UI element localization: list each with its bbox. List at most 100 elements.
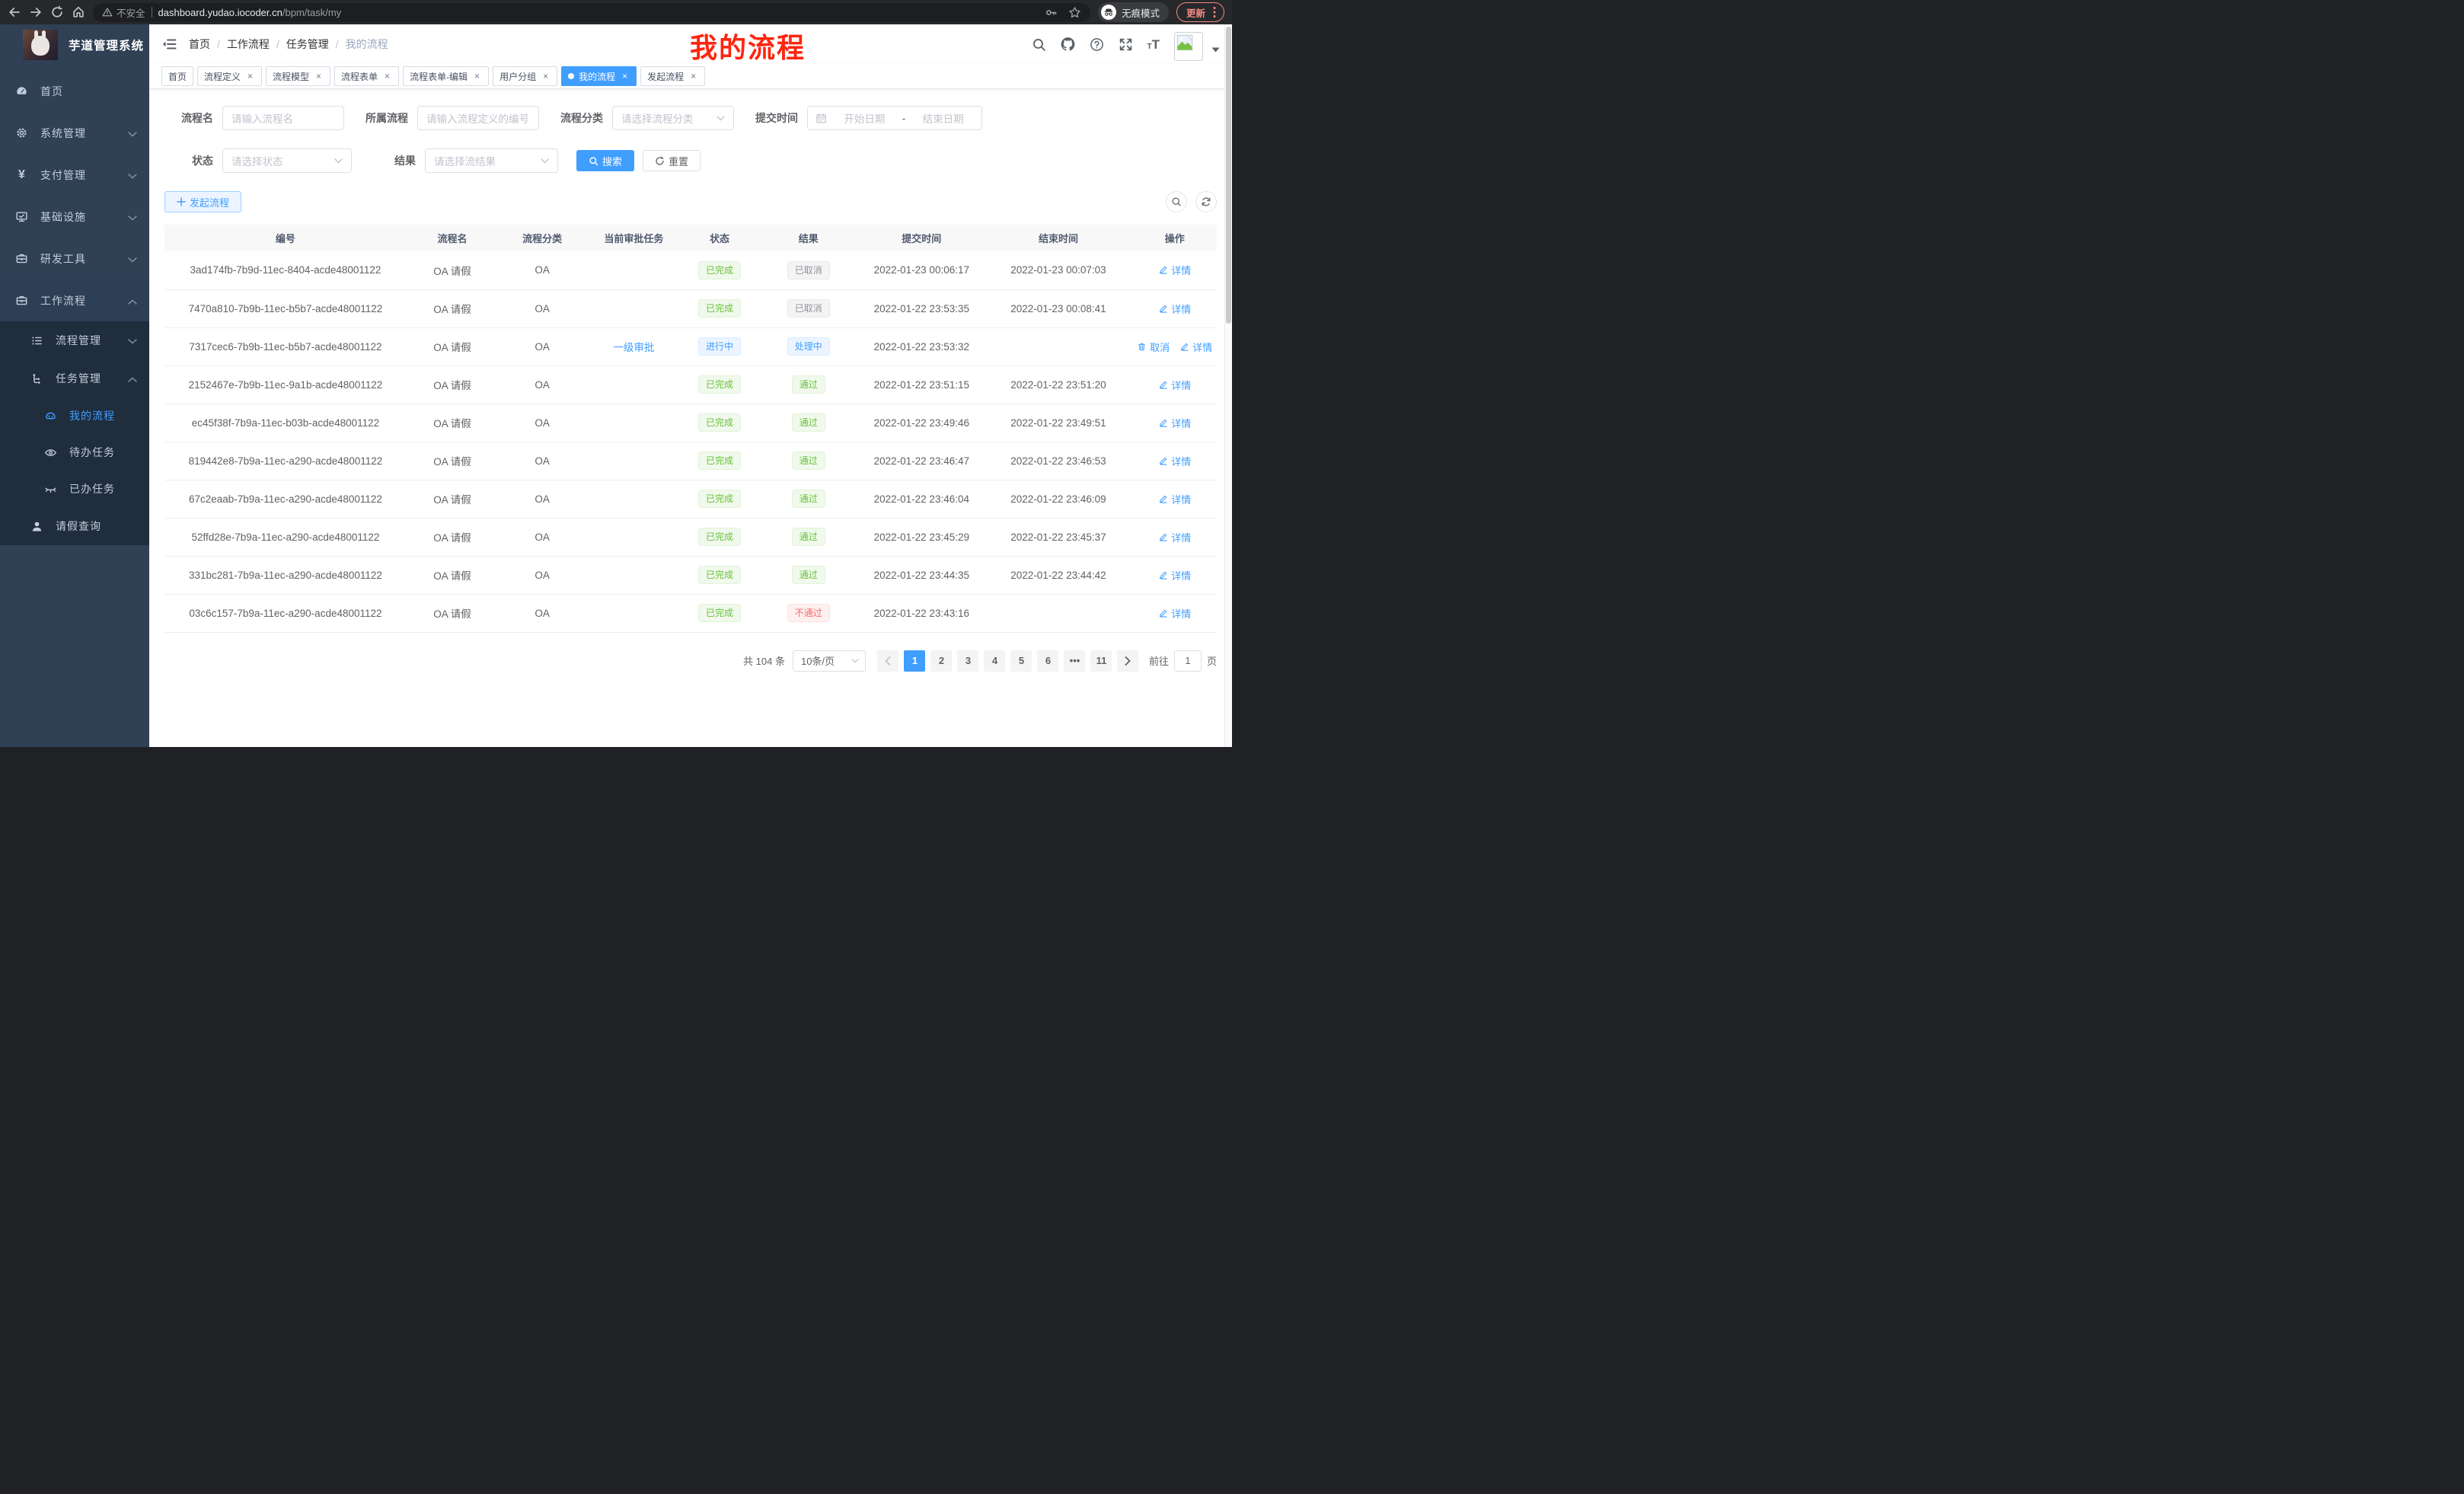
sidebar-item-home[interactable]: 首页: [0, 70, 149, 112]
page-scrollbar[interactable]: [1224, 24, 1232, 747]
cell-current-task: [586, 442, 681, 480]
tab-my-process[interactable]: 我的流程 ×: [561, 66, 637, 86]
submit-time-range-picker[interactable]: 开始日期 - 结束日期: [807, 106, 982, 130]
page-size-select[interactable]: 10条/页: [793, 650, 866, 672]
detail-link[interactable]: 详情: [1158, 378, 1191, 392]
sidebar-item-process-mgmt[interactable]: 流程管理: [0, 321, 149, 359]
page-11[interactable]: 11: [1090, 650, 1112, 672]
cell-id: 52ffd28e-7b9a-11ec-a290-acde48001122: [164, 518, 407, 556]
tab-process-model[interactable]: 流程模型×: [266, 66, 330, 86]
page-3[interactable]: 3: [957, 650, 978, 672]
tab-process-form-edit[interactable]: 流程表单-编辑×: [403, 66, 489, 86]
sidebar-item-task-mgmt[interactable]: 任务管理: [0, 359, 149, 397]
tab-user-group[interactable]: 用户分组×: [493, 66, 557, 86]
start-process-button[interactable]: 发起流程: [164, 191, 241, 212]
tab-home[interactable]: 首页: [161, 66, 193, 86]
page-4[interactable]: 4: [984, 650, 1005, 672]
next-page-button[interactable]: [1117, 650, 1138, 672]
sidebar-item-devtools[interactable]: 研发工具: [0, 238, 149, 279]
sidebar-item-done-tasks[interactable]: 已办任务: [0, 471, 149, 507]
detail-link[interactable]: 详情: [1158, 416, 1191, 430]
process-name-input[interactable]: 请输入流程名: [222, 106, 344, 130]
active-tab-dot: [568, 73, 574, 79]
browser-update-button[interactable]: 更新: [1176, 2, 1224, 22]
key-icon[interactable]: [1045, 6, 1058, 19]
tab-close-icon[interactable]: ×: [314, 72, 324, 81]
sidebar-item-workflow[interactable]: 工作流程: [0, 279, 149, 321]
detail-link[interactable]: 详情: [1158, 302, 1191, 316]
result-badge: 通过: [792, 566, 825, 584]
avatar[interactable]: [1174, 32, 1203, 61]
browser-back-icon[interactable]: [8, 5, 21, 19]
tab-close-icon[interactable]: ×: [541, 72, 551, 81]
show-search-toggle-button[interactable]: [1166, 191, 1187, 212]
cell-name: OA 请假: [407, 442, 498, 480]
prev-page-button[interactable]: [877, 650, 898, 672]
filter-result-label: 结果: [370, 153, 416, 168]
tab-process-form[interactable]: 流程表单×: [334, 66, 399, 86]
avatar-caret-icon[interactable]: [1211, 43, 1220, 56]
result-badge: 通过: [792, 375, 825, 394]
detail-link[interactable]: 详情: [1158, 492, 1191, 506]
browser-forward-icon[interactable]: [29, 5, 43, 19]
browser-reload-icon[interactable]: [50, 5, 64, 19]
page-2[interactable]: 2: [930, 650, 952, 672]
bookmark-star-icon[interactable]: [1068, 6, 1081, 19]
detail-link[interactable]: 详情: [1158, 263, 1191, 277]
cell-id: 7470a810-7b9b-11ec-b5b7-acde48001122: [164, 289, 407, 327]
sidebar-item-todo-tasks[interactable]: 待办任务: [0, 434, 149, 471]
search-icon: [1171, 196, 1182, 207]
detail-link[interactable]: 详情: [1179, 340, 1212, 354]
breadcrumb-home[interactable]: 首页: [189, 37, 210, 52]
font-size-icon[interactable]: TT: [1147, 38, 1160, 51]
refresh-table-button[interactable]: [1195, 191, 1217, 212]
sidebar-collapse-icon[interactable]: [161, 37, 177, 52]
edit-icon: [1158, 456, 1168, 466]
browser-menu-dots-icon[interactable]: [1213, 6, 1216, 18]
fullscreen-icon[interactable]: [1119, 37, 1133, 52]
tab-label: 我的流程: [579, 70, 615, 83]
category-select[interactable]: 请选择流程分类: [612, 106, 734, 130]
goto-label: 前往: [1149, 653, 1169, 668]
url-bar[interactable]: 不安全 dashboard.yudao.iocoder.cn/bpm/task/…: [93, 3, 1090, 22]
col-actions: 操作: [1132, 225, 1217, 251]
tab-close-icon[interactable]: ×: [620, 72, 630, 81]
goto-page-input[interactable]: 1: [1174, 650, 1202, 672]
page-ellipsis[interactable]: •••: [1064, 650, 1085, 672]
cell-current-task: [586, 518, 681, 556]
cell-id: 819442e8-7b9a-11ec-a290-acde48001122: [164, 442, 407, 480]
sidebar-item-payment[interactable]: ¥支付管理: [0, 154, 149, 196]
page-6[interactable]: 6: [1037, 650, 1058, 672]
page-5[interactable]: 5: [1010, 650, 1032, 672]
detail-link[interactable]: 详情: [1158, 454, 1191, 468]
header-search-icon[interactable]: [1032, 37, 1046, 52]
github-icon[interactable]: [1061, 37, 1075, 52]
help-icon[interactable]: [1090, 37, 1104, 52]
filter-row-2: 状态 请选择状态 结果 请选择流结果 搜索: [164, 148, 1217, 173]
process-definition-input[interactable]: 请输入流程定义的编号: [417, 106, 539, 130]
tab-close-icon[interactable]: ×: [245, 72, 255, 81]
tab-close-icon[interactable]: ×: [382, 72, 392, 81]
sidebar-item-my-process[interactable]: 我的流程: [0, 397, 149, 434]
tab-process-definition[interactable]: 流程定义×: [197, 66, 262, 86]
browser-home-icon[interactable]: [72, 5, 85, 19]
cancel-link[interactable]: 取消: [1137, 340, 1170, 354]
detail-link[interactable]: 详情: [1158, 530, 1191, 544]
result-badge: 已取消: [787, 261, 830, 279]
scrollbar-thumb[interactable]: [1226, 27, 1231, 324]
tab-close-icon[interactable]: ×: [688, 72, 698, 81]
reset-button[interactable]: 重置: [643, 150, 701, 171]
sidebar-item-infra[interactable]: 基础设施: [0, 196, 149, 238]
sidebar-item-system[interactable]: 系统管理: [0, 112, 149, 154]
detail-link[interactable]: 详情: [1158, 568, 1191, 583]
current-task-link[interactable]: 一级审批: [613, 342, 654, 353]
page-1[interactable]: 1: [904, 650, 925, 672]
tab-close-icon[interactable]: ×: [472, 72, 482, 81]
detail-link[interactable]: 详情: [1158, 606, 1191, 621]
app-logo-row[interactable]: 芋道管理系统: [0, 24, 149, 65]
search-button[interactable]: 搜索: [576, 150, 634, 171]
status-select[interactable]: 请选择状态: [222, 148, 352, 173]
sidebar-item-leave-query[interactable]: 请假查询: [0, 507, 149, 545]
result-select[interactable]: 请选择流结果: [425, 148, 558, 173]
tab-start-process[interactable]: 发起流程×: [640, 66, 705, 86]
